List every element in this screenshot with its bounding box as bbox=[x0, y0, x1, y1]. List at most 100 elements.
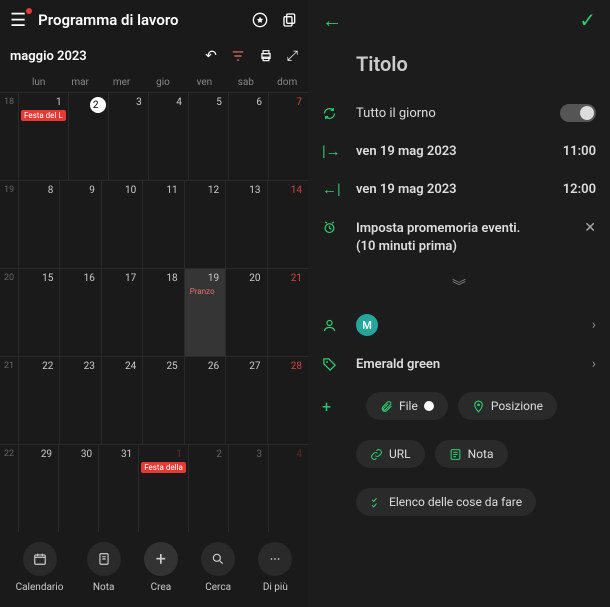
calendar-day[interactable]: 13 bbox=[225, 181, 266, 268]
position-chip[interactable]: Posizione bbox=[458, 392, 557, 420]
filter-icon[interactable] bbox=[231, 49, 245, 63]
calendar-day[interactable]: 18 bbox=[142, 269, 183, 356]
week-number: 19 bbox=[0, 181, 18, 268]
calendar-event[interactable]: Festa della bbox=[141, 462, 186, 473]
note-icon bbox=[87, 542, 121, 576]
month-label[interactable]: maggio 2023 bbox=[10, 49, 87, 64]
calendar-day[interactable]: 10 bbox=[101, 181, 142, 268]
nav-label: Nota bbox=[93, 582, 115, 593]
calendar-day[interactable]: 8 bbox=[18, 181, 59, 268]
start-arrow-icon: |→ bbox=[322, 142, 356, 160]
attachment-icon bbox=[380, 400, 393, 413]
link-icon bbox=[370, 448, 383, 461]
undo-icon[interactable]: ↶ bbox=[205, 48, 217, 64]
calendar-day[interactable]: 29 bbox=[18, 445, 58, 532]
repeat-icon bbox=[322, 106, 356, 121]
calendar-day[interactable]: 6 bbox=[228, 93, 268, 180]
tag-icon bbox=[322, 357, 356, 372]
checklist-icon bbox=[370, 496, 383, 509]
week-number: 22 bbox=[0, 445, 18, 532]
plus-icon: + bbox=[144, 542, 178, 576]
calendar-day[interactable]: 5 bbox=[188, 93, 228, 180]
nav-search[interactable]: Cerca bbox=[201, 542, 235, 593]
week-number: 18 bbox=[0, 93, 18, 180]
url-chip[interactable]: URL bbox=[356, 440, 425, 468]
chevron-right-icon: › bbox=[592, 356, 596, 372]
calendar-day[interactable]: 21 bbox=[267, 269, 308, 356]
nav-note[interactable]: Nota bbox=[87, 542, 121, 593]
calendar-event[interactable]: Festa del L bbox=[21, 110, 66, 121]
calendar-day[interactable]: 14 bbox=[267, 181, 308, 268]
all-day-toggle[interactable] bbox=[560, 104, 596, 122]
calendar-day[interactable]: 4 bbox=[268, 445, 308, 532]
calendar-day[interactable]: 23 bbox=[59, 357, 100, 444]
calendar-day[interactable]: 22 bbox=[18, 357, 59, 444]
calendar-day[interactable]: 25 bbox=[142, 357, 183, 444]
color-row[interactable]: Emerald green › bbox=[322, 346, 596, 382]
all-day-row[interactable]: Tutto il giorno bbox=[322, 94, 596, 132]
search-icon bbox=[201, 542, 235, 576]
app-title: Programma di lavoro bbox=[38, 11, 178, 29]
nav-more[interactable]: Di più bbox=[258, 542, 292, 593]
calendar-day[interactable]: 3 bbox=[228, 445, 268, 532]
calendar-day[interactable]: 15 bbox=[18, 269, 59, 356]
avatar: M bbox=[356, 314, 378, 336]
calendar-day[interactable]: 28 bbox=[267, 357, 308, 444]
note-chip[interactable]: Nota bbox=[435, 440, 508, 468]
chevron-right-icon: › bbox=[592, 317, 596, 333]
calendar-day[interactable]: 2 bbox=[68, 93, 108, 180]
calendar-day[interactable]: 1Festa della bbox=[138, 445, 188, 532]
calendar-day[interactable]: 4 bbox=[148, 93, 188, 180]
todo-chip[interactable]: Elenco delle cose da fare bbox=[356, 488, 536, 516]
calendar-day[interactable]: 19Pranzo bbox=[184, 269, 225, 356]
confirm-check-icon[interactable]: ✓ bbox=[579, 8, 596, 32]
attendee-row[interactable]: M › bbox=[322, 304, 596, 346]
calendar-day[interactable]: 17 bbox=[101, 269, 142, 356]
nav-label: Calendario bbox=[16, 582, 64, 593]
location-icon bbox=[472, 400, 485, 413]
calendar-day[interactable]: 31 bbox=[98, 445, 138, 532]
start-time-row[interactable]: |→ ven 19 mag 2023 11:00 bbox=[322, 132, 596, 170]
cal-icon bbox=[23, 542, 57, 576]
file-indicator-dot bbox=[424, 401, 434, 411]
print-icon[interactable] bbox=[259, 49, 273, 63]
expand-icon[interactable]: ⤢ bbox=[287, 48, 298, 64]
add-attachment-icon[interactable]: + bbox=[322, 397, 356, 416]
calendar-day[interactable]: 11 bbox=[142, 181, 183, 268]
calendar-day[interactable]: 24 bbox=[101, 357, 142, 444]
calendar-day[interactable]: 3 bbox=[108, 93, 148, 180]
person-icon bbox=[322, 318, 356, 333]
nav-label: Di più bbox=[263, 582, 288, 593]
calendar-grid[interactable]: 181Festa del L23456719891011121314201516… bbox=[0, 92, 308, 532]
more-icon bbox=[258, 542, 292, 576]
calendar-day[interactable]: 2 bbox=[188, 445, 228, 532]
calendar-day[interactable]: 1Festa del L bbox=[18, 93, 68, 180]
calendar-day[interactable]: 9 bbox=[59, 181, 100, 268]
nav-label: Crea bbox=[151, 582, 172, 593]
copy-icon[interactable] bbox=[282, 12, 298, 28]
calendar-day[interactable]: 20 bbox=[225, 269, 266, 356]
calendar-day[interactable]: 12 bbox=[184, 181, 225, 268]
event-title-input[interactable]: Titolo bbox=[322, 40, 596, 94]
star-icon[interactable] bbox=[252, 12, 268, 28]
nav-label: Cerca bbox=[205, 582, 231, 593]
calendar-day[interactable]: 30 bbox=[58, 445, 98, 532]
end-time-row[interactable]: ←| ven 19 mag 2023 12:00 bbox=[322, 170, 596, 208]
end-arrow-icon: ←| bbox=[322, 180, 356, 198]
week-number: 20 bbox=[0, 269, 18, 356]
note-icon bbox=[449, 448, 462, 461]
remove-reminder-icon[interactable]: ✕ bbox=[584, 220, 596, 236]
calendar-event[interactable]: Pranzo bbox=[187, 286, 223, 297]
calendar-day[interactable]: 7 bbox=[268, 93, 308, 180]
calendar-day[interactable]: 27 bbox=[225, 357, 266, 444]
menu-icon[interactable]: ☰ bbox=[10, 10, 26, 31]
calendar-day[interactable]: 26 bbox=[184, 357, 225, 444]
calendar-day[interactable]: 16 bbox=[59, 269, 100, 356]
back-arrow-icon[interactable]: ← bbox=[322, 8, 342, 33]
expand-chevron-icon[interactable]: ︾ bbox=[322, 268, 596, 304]
reminder-row[interactable]: Imposta promemoria eventi. (10 minuti pr… bbox=[322, 208, 596, 268]
alarm-icon bbox=[322, 220, 356, 235]
file-chip[interactable]: File bbox=[366, 392, 448, 420]
nav-cal[interactable]: Calendario bbox=[16, 542, 64, 593]
nav-plus[interactable]: + Crea bbox=[144, 542, 178, 593]
